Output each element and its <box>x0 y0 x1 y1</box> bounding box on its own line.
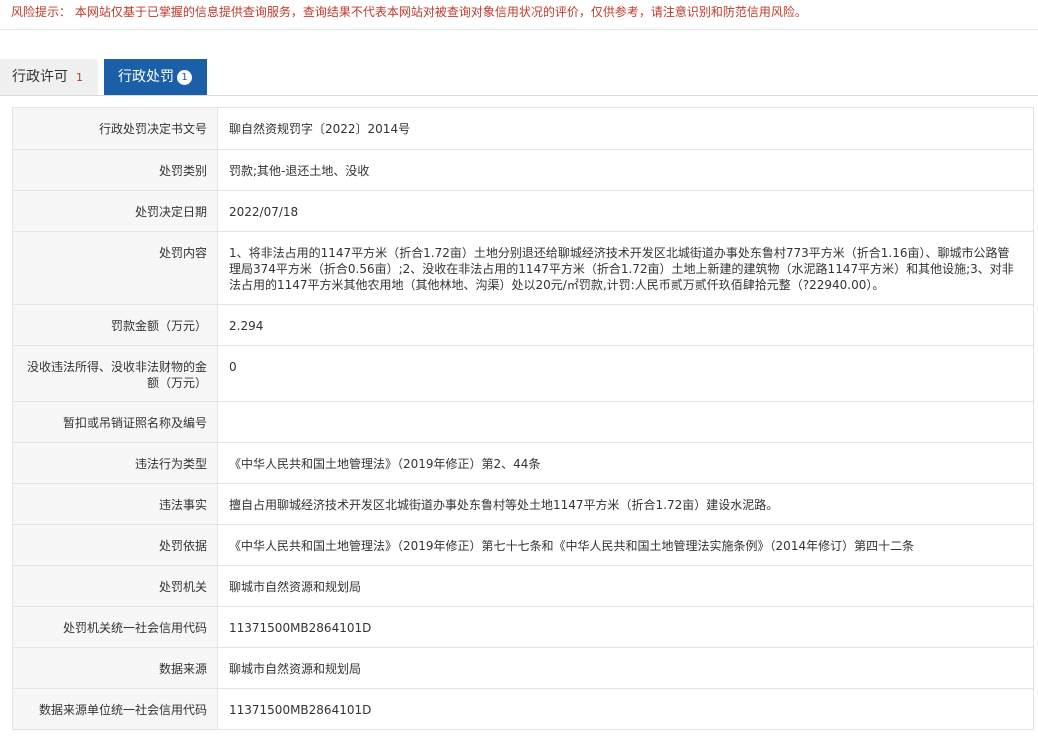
field-label: 罚款金额（万元） <box>12 304 218 346</box>
table-row: 违法行为类型 《中华人民共和国土地管理法》（2019年修正）第2、44条 <box>12 442 1034 484</box>
field-value: 聊城市自然资源和规划局 <box>217 565 1034 607</box>
penalty-detail-table: 行政处罚决定书文号 聊自然资规罚字〔2022〕2014号 处罚类别 罚款;其他-… <box>12 107 1034 730</box>
field-value: 11371500MB2864101D <box>217 606 1034 648</box>
field-label: 违法行为类型 <box>12 442 218 484</box>
tab-administrative-permit[interactable]: 行政许可 1 <box>0 59 98 95</box>
table-row: 数据来源单位统一社会信用代码 11371500MB2864101D <box>12 688 1034 730</box>
field-value: 0 <box>217 345 1034 402</box>
tab-label: 行政处罚 <box>118 69 174 85</box>
field-value: 2022/07/18 <box>217 190 1034 232</box>
tab-count-badge: 1 <box>177 70 192 85</box>
field-value: 1、将非法占用的1147平方米（折合1.72亩）土地分别退还给聊城经济技术开发区… <box>217 231 1034 305</box>
tab-count-badge: 1 <box>76 71 83 84</box>
table-row: 处罚机关 聊城市自然资源和规划局 <box>12 565 1034 607</box>
field-label: 数据来源 <box>12 647 218 689</box>
table-row: 处罚依据 《中华人民共和国土地管理法》（2019年修正）第七十七条和《中华人民共… <box>12 524 1034 566</box>
table-row: 处罚内容 1、将非法占用的1147平方米（折合1.72亩）土地分别退还给聊城经济… <box>12 231 1034 305</box>
tab-label: 行政许可 <box>12 69 68 85</box>
table-row: 行政处罚决定书文号 聊自然资规罚字〔2022〕2014号 <box>12 107 1034 150</box>
field-value <box>217 401 1034 443</box>
field-label: 数据来源单位统一社会信用代码 <box>12 688 218 730</box>
field-value: 《中华人民共和国土地管理法》（2019年修正）第七十七条和《中华人民共和国土地管… <box>217 524 1034 566</box>
risk-notice: 风险提示： 本网站仅基于已掌握的信息提供查询服务，查询结果不代表本网站对被查询对… <box>0 0 1038 30</box>
field-value: 聊自然资规罚字〔2022〕2014号 <box>217 107 1034 150</box>
tab-bar: 行政许可 1 行政处罚 1 <box>0 59 1038 96</box>
table-row: 没收违法所得、没收非法财物的金额（万元） 0 <box>12 345 1034 402</box>
field-label: 暂扣或吊销证照名称及编号 <box>12 401 218 443</box>
field-label: 行政处罚决定书文号 <box>12 107 218 150</box>
field-value: 《中华人民共和国土地管理法》（2019年修正）第2、44条 <box>217 442 1034 484</box>
field-label: 处罚依据 <box>12 524 218 566</box>
table-row: 罚款金额（万元） 2.294 <box>12 304 1034 346</box>
table-row: 暂扣或吊销证照名称及编号 <box>12 401 1034 443</box>
field-value: 罚款;其他-退还土地、没收 <box>217 149 1034 191</box>
field-value: 2.294 <box>217 304 1034 346</box>
field-label: 处罚类别 <box>12 149 218 191</box>
field-label: 处罚决定日期 <box>12 190 218 232</box>
field-label: 处罚机关统一社会信用代码 <box>12 606 218 648</box>
field-value: 11371500MB2864101D <box>217 688 1034 730</box>
field-value: 聊城市自然资源和规划局 <box>217 647 1034 689</box>
table-row: 处罚决定日期 2022/07/18 <box>12 190 1034 232</box>
field-value: 擅自占用聊城经济技术开发区北城街道办事处东鲁村等处土地1147平方米（折合1.7… <box>217 483 1034 525</box>
table-row: 处罚机关统一社会信用代码 11371500MB2864101D <box>12 606 1034 648</box>
table-row: 数据来源 聊城市自然资源和规划局 <box>12 647 1034 689</box>
field-label: 处罚机关 <box>12 565 218 607</box>
table-row: 处罚类别 罚款;其他-退还土地、没收 <box>12 149 1034 191</box>
field-label: 没收违法所得、没收非法财物的金额（万元） <box>12 345 218 402</box>
tab-administrative-penalty[interactable]: 行政处罚 1 <box>104 59 207 95</box>
field-label: 处罚内容 <box>12 231 218 305</box>
table-row: 违法事实 擅自占用聊城经济技术开发区北城街道办事处东鲁村等处土地1147平方米（… <box>12 483 1034 525</box>
field-label: 违法事实 <box>12 483 218 525</box>
